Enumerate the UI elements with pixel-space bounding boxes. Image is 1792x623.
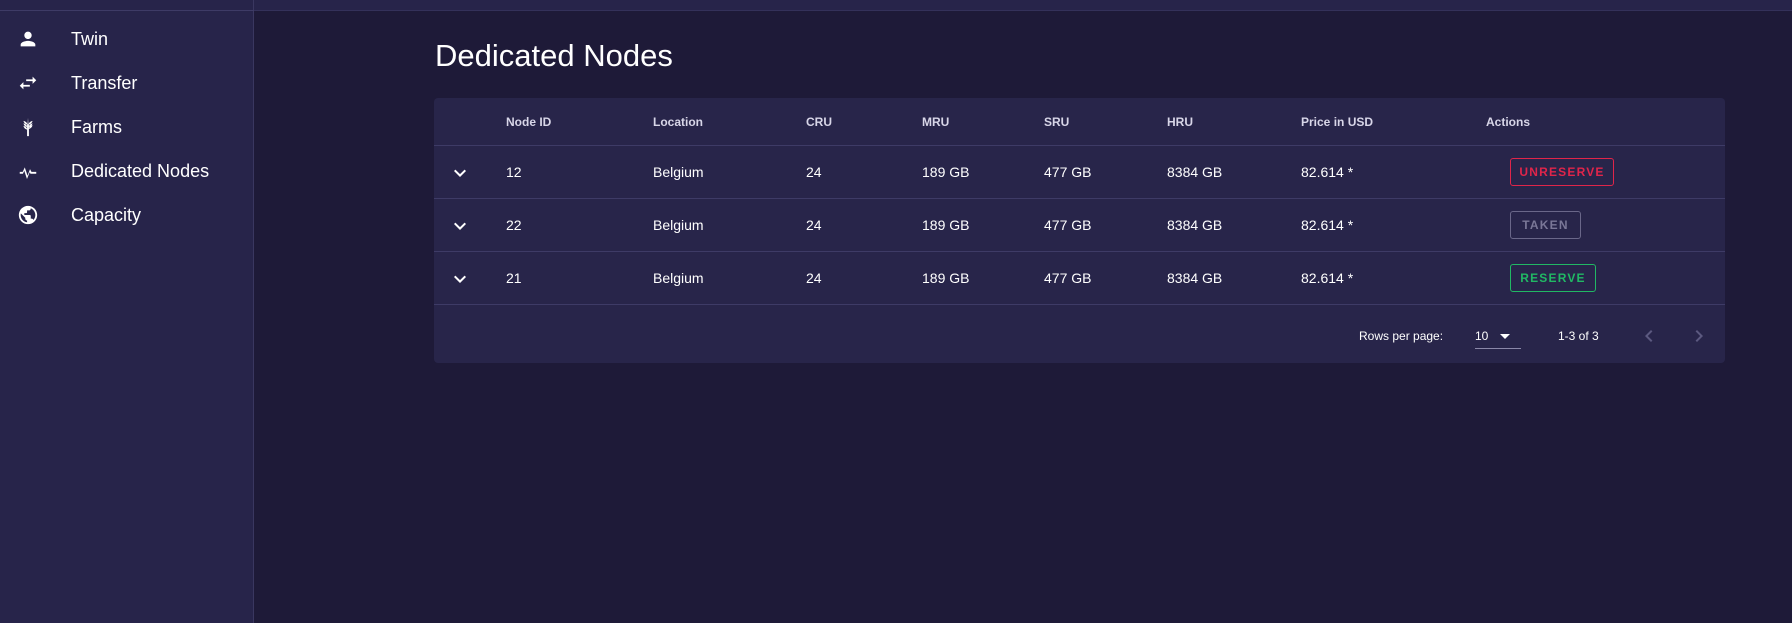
page-title: Dedicated Nodes — [435, 38, 673, 73]
reserve-button[interactable]: RESERVE — [1510, 264, 1596, 292]
column-header-node-id[interactable]: Node ID — [506, 98, 551, 146]
table-row: 12 Belgium 24 189 GB 477 GB 8384 GB 82.6… — [434, 146, 1725, 199]
chevron-right-icon[interactable] — [1687, 324, 1711, 348]
table-row: 22 Belgium 24 189 GB 477 GB 8384 GB 82.6… — [434, 199, 1725, 252]
cell-node-id: 12 — [506, 164, 522, 180]
cell-node-id: 21 — [506, 270, 522, 286]
app-root: Twin Transfer Farms Dedicated Nodes Capa — [0, 0, 1792, 623]
cell-cru: 24 — [806, 217, 822, 233]
wheat-icon — [16, 115, 40, 139]
sidebar-item-capacity[interactable]: Capacity — [0, 193, 254, 237]
sidebar-item-farms[interactable]: Farms — [0, 105, 254, 149]
swap-arrows-icon — [16, 71, 40, 95]
chevron-down-icon[interactable] — [448, 214, 472, 238]
cell-sru: 477 GB — [1044, 217, 1092, 233]
table-header: Node ID Location CRU MRU SRU HRU Price i… — [434, 98, 1725, 146]
cell-location: Belgium — [653, 217, 704, 233]
column-header-location[interactable]: Location — [653, 98, 703, 146]
rows-per-page-value: 10 — [1475, 329, 1489, 343]
app-bar — [254, 0, 1792, 11]
cell-hru: 8384 GB — [1167, 217, 1223, 233]
column-header-cru[interactable]: CRU — [806, 98, 832, 146]
sidebar-item-label: Dedicated Nodes — [71, 161, 210, 181]
rows-per-page-select[interactable]: 10 — [1475, 324, 1521, 349]
column-header-price[interactable]: Price in USD — [1301, 98, 1373, 146]
column-header-mru[interactable]: MRU — [922, 98, 949, 146]
chevron-down-icon[interactable] — [448, 161, 472, 185]
cell-price: 82.614 * — [1301, 164, 1354, 180]
chevron-down-icon[interactable] — [448, 267, 472, 291]
cell-hru: 8384 GB — [1167, 164, 1223, 180]
rows-per-page-label: Rows per page: — [1359, 329, 1444, 343]
cell-price: 82.614 * — [1301, 270, 1354, 286]
cell-location: Belgium — [653, 164, 704, 180]
sidebar-item-label: Twin — [71, 29, 109, 49]
sidebar-item-twin[interactable]: Twin — [0, 17, 254, 61]
caret-down-icon — [1493, 324, 1517, 348]
sidebar-divider — [0, 10, 254, 11]
table-row: 21 Belgium 24 189 GB 477 GB 8384 GB 82.6… — [434, 252, 1725, 305]
column-header-hru[interactable]: HRU — [1167, 98, 1193, 146]
cell-sru: 477 GB — [1044, 270, 1092, 286]
cell-location: Belgium — [653, 270, 704, 286]
taken-button: TAKEN — [1510, 211, 1581, 239]
sidebar-item-label: Farms — [71, 117, 122, 137]
table-footer: Rows per page: 10 1-3 of 3 — [434, 310, 1725, 363]
globe-icon — [16, 203, 40, 227]
cell-hru: 8384 GB — [1167, 270, 1223, 286]
pagination-range: 1-3 of 3 — [1558, 329, 1599, 343]
nodes-table: Node ID Location CRU MRU SRU HRU Price i… — [434, 98, 1725, 363]
chevron-left-icon[interactable] — [1637, 324, 1661, 348]
sidebar-item-label: Capacity — [71, 205, 142, 225]
cell-mru: 189 GB — [922, 270, 970, 286]
sidebar-item-transfer[interactable]: Transfer — [0, 61, 254, 105]
sidebar: Twin Transfer Farms Dedicated Nodes Capa — [0, 0, 254, 623]
cell-node-id: 22 — [506, 217, 522, 233]
cell-mru: 189 GB — [922, 217, 970, 233]
cell-cru: 24 — [806, 164, 822, 180]
cell-mru: 189 GB — [922, 164, 970, 180]
cell-sru: 477 GB — [1044, 164, 1092, 180]
person-icon — [16, 27, 40, 51]
pulse-icon — [16, 159, 40, 183]
sidebar-item-label: Transfer — [71, 73, 138, 93]
unreserve-button[interactable]: UNRESERVE — [1510, 158, 1614, 186]
column-header-actions: Actions — [1486, 115, 1531, 129]
sidebar-item-dedicated-nodes[interactable]: Dedicated Nodes — [0, 149, 254, 193]
column-header-sru[interactable]: SRU — [1044, 98, 1069, 146]
cell-cru: 24 — [806, 270, 822, 286]
cell-price: 82.614 * — [1301, 217, 1354, 233]
